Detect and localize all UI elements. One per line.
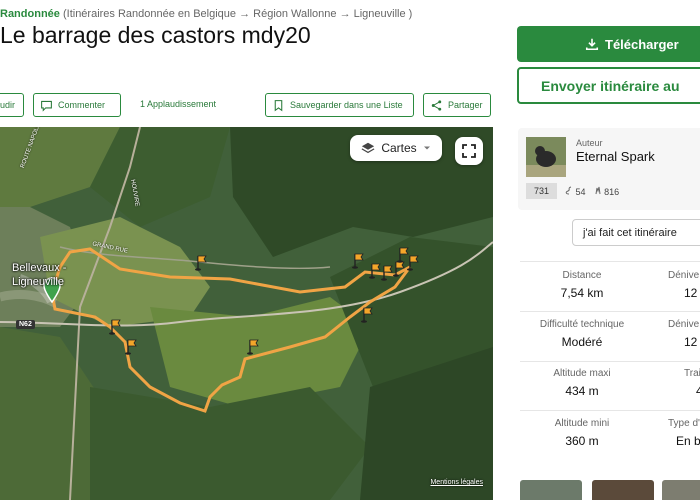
stat-difficulty: Difficulté technique Modéré (527, 319, 637, 349)
done-route-label: j'ai fait cet itinéraire (583, 226, 677, 239)
fullscreen-icon (462, 144, 476, 158)
photo-thumbnail[interactable] (662, 480, 700, 500)
stat-distance-value: 7,54 km (560, 286, 604, 300)
layers-icon (361, 142, 375, 154)
town-label-ligneuville: Ligneuville (12, 276, 64, 288)
stat-difficulty-label: Difficulté technique (539, 319, 625, 330)
download-label: Télécharger (605, 36, 679, 52)
comment-button[interactable]: Commenter (33, 93, 121, 117)
page-title: Le barrage des castors mdy20 (0, 22, 311, 48)
author-stat-applause-value: 816 (604, 186, 620, 197)
stat-altitude-max-value: 434 m (565, 384, 599, 398)
share-button[interactable]: Partager (423, 93, 491, 117)
map-legal-link[interactable]: Mentions légales (430, 479, 483, 486)
route-icon (565, 186, 572, 194)
stats-divider-top (520, 261, 700, 262)
stats-divider-3 (520, 410, 700, 411)
send-route-button[interactable]: Envoyer itinéraire au (517, 67, 700, 104)
author-card[interactable]: Auteur Eternal Spark 731 54 816 (518, 128, 700, 210)
author-stat-applause: 816 (594, 186, 620, 197)
photo-thumbnail[interactable] (592, 480, 654, 500)
author-stats: 731 54 816 (526, 183, 619, 199)
share-button-label: Partager (448, 100, 483, 110)
action-bar: audir Commenter 1 Applaudissement Sauveg… (0, 93, 495, 117)
waypoint-flag-icon[interactable] (109, 319, 123, 335)
stat-trail: Trai 4 (640, 368, 700, 398)
stats-divider-1 (520, 311, 700, 312)
map-layers-button[interactable]: Cartes (350, 135, 442, 161)
stat-altitude-max: Altitude maxi 434 m (527, 368, 637, 398)
stat-elevation-gain-value: 12 (684, 286, 698, 300)
waypoint-flag-icon[interactable] (247, 339, 261, 355)
town-label-bellevaux: Bellevaux - (12, 262, 67, 274)
breadcrumb-path[interactable]: (Itinéraires Randonnée en Belgique → Rég… (63, 8, 412, 20)
stat-elevation-loss-label: Dénive (668, 319, 700, 330)
stat-distance-label: Distance (562, 270, 602, 281)
photo-thumbnail[interactable] (520, 480, 582, 500)
waypoint-flag-icon[interactable] (407, 255, 421, 271)
stat-route-type-label: Type d' (668, 418, 700, 429)
stat-elevation-gain: Dénive 12 (640, 270, 700, 300)
avatar[interactable] (526, 137, 566, 177)
satellite-imagery (0, 127, 493, 500)
save-to-list-label: Sauvegarder dans une Liste (290, 100, 403, 110)
comment-button-label: Commenter (58, 100, 106, 110)
download-icon (585, 38, 599, 51)
stat-elevation-loss-value: 12 (684, 335, 698, 349)
avatar-dog-icon (526, 137, 566, 177)
waypoint-flag-icon[interactable] (352, 253, 366, 269)
send-route-label: Envoyer itinéraire au (541, 77, 680, 94)
stat-altitude-min-value: 360 m (565, 434, 599, 448)
stat-elevation-loss: Dénive 12 (640, 319, 700, 349)
chevron-down-icon (423, 146, 430, 150)
applause-count[interactable]: 1 Applaudissement (140, 99, 216, 109)
breadcrumb: Randonnée (Itinéraires Randonnée en Belg… (0, 8, 412, 20)
audio-button-label: audir (0, 100, 16, 110)
breadcrumb-activity-type[interactable]: Randonnée (0, 8, 60, 20)
author-stat-routes: 54 (565, 186, 586, 197)
stat-trail-label: Trai (684, 368, 700, 379)
stat-difficulty-value: Modéré (561, 335, 603, 349)
stats-divider-2 (520, 361, 700, 362)
stat-altitude-min: Altitude mini 360 m (527, 418, 637, 448)
page: Randonnée (Itinéraires Randonnée en Belg… (0, 0, 700, 500)
map-layers-label: Cartes (381, 141, 417, 155)
download-button[interactable]: Télécharger (517, 26, 700, 62)
author-points: 731 (526, 183, 558, 199)
stat-route-type-value: En b (676, 434, 700, 448)
comment-icon (41, 100, 52, 112)
waypoint-flag-icon[interactable] (393, 261, 407, 277)
road-shield-n62: N62 (16, 320, 35, 329)
waypoint-flag-icon[interactable] (195, 255, 209, 271)
applause-icon (595, 186, 601, 194)
author-stat-routes-value: 54 (575, 186, 586, 197)
save-to-list-button[interactable]: Sauvegarder dans une Liste (265, 93, 414, 117)
author-name[interactable]: Eternal Spark (576, 149, 655, 164)
stat-elevation-gain-label: Dénive (668, 270, 700, 281)
author-role: Auteur (576, 138, 603, 148)
stat-altitude-min-label: Altitude mini (554, 418, 610, 429)
stat-altitude-max-label: Altitude maxi (553, 368, 611, 379)
fullscreen-button[interactable] (455, 137, 483, 165)
waypoint-flag-icon[interactable] (361, 307, 375, 323)
stat-route-type: Type d' En b (640, 418, 700, 448)
audio-button[interactable]: audir (0, 93, 24, 117)
stat-trail-value: 4 (696, 384, 700, 398)
waypoint-flag-icon[interactable] (125, 339, 139, 355)
bookmark-icon (274, 99, 283, 111)
route-map[interactable]: Bellevaux - Ligneuville ROUTE NAPOLÉON G… (0, 127, 493, 500)
share-icon (431, 99, 442, 111)
done-route-button[interactable]: j'ai fait cet itinéraire (572, 219, 700, 246)
stat-distance: Distance 7,54 km (527, 270, 637, 300)
